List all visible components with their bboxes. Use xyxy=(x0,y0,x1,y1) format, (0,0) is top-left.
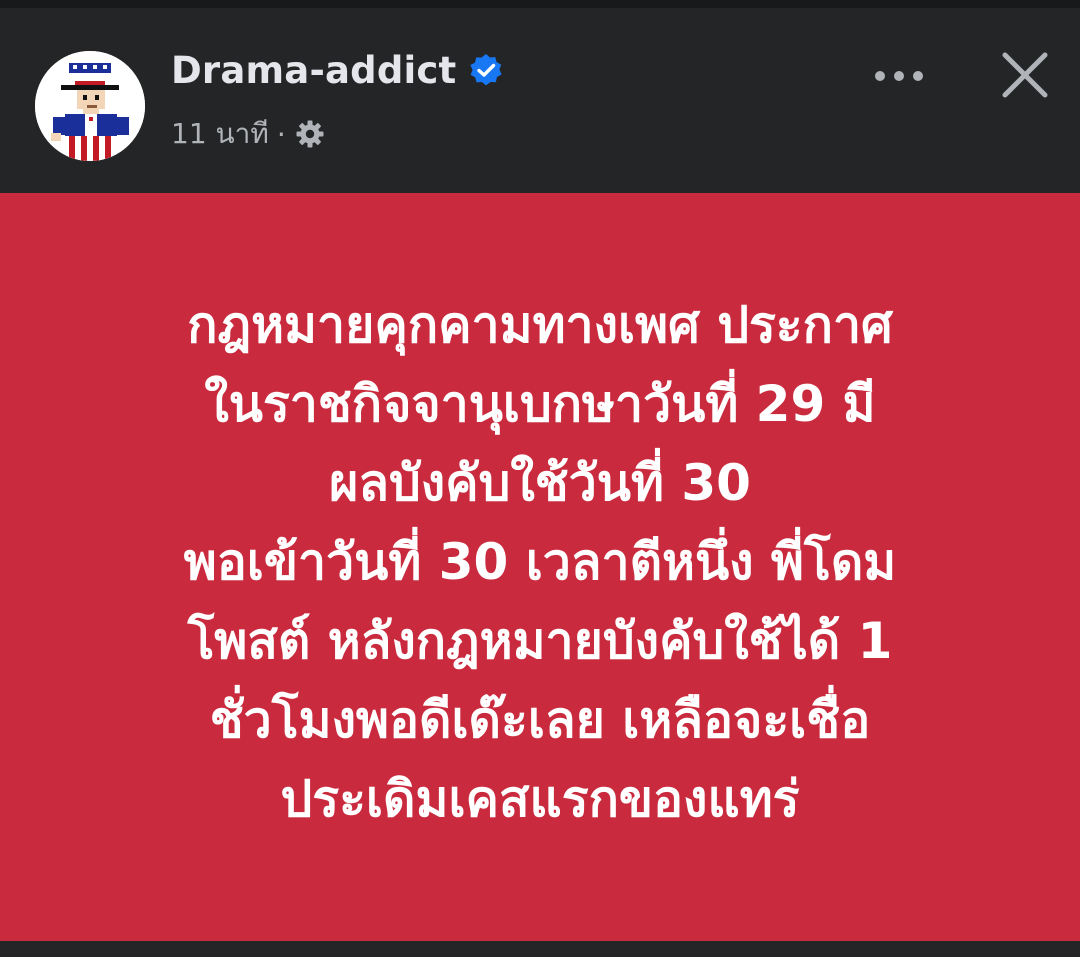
more-horizontal-icon xyxy=(875,71,923,81)
post-line: ในราชกิจจานุเบกษาวันที่ 29 มี xyxy=(204,375,876,433)
close-button[interactable] xyxy=(994,44,1056,106)
author-row: Drama-addict xyxy=(171,46,504,94)
gear-icon xyxy=(294,118,326,150)
bottom-divider xyxy=(0,941,1080,957)
post-line: โพสต์ หลังกฎหมายบังคับใช้ได้ 1 xyxy=(187,612,893,670)
close-icon xyxy=(1002,52,1048,98)
post-meta: 11 นาที · xyxy=(171,112,326,156)
post-line: กฎหมายคุกคามทางเพศ ประกาศ xyxy=(187,296,893,354)
top-divider xyxy=(0,0,1080,8)
author-name[interactable]: Drama-addict xyxy=(171,49,456,92)
verified-badge-icon xyxy=(468,52,504,88)
avatar[interactable] xyxy=(35,51,145,161)
post-message: กฎหมายคุกคามทางเพศ ประกาศ ในราชกิจจานุเบ… xyxy=(40,286,1040,839)
post-line: ประเดิมเคสแรกของแทร่ xyxy=(280,770,800,828)
post-line: ชั่วโมงพอดีเด๊ะเลย เหลือจะเชื่อ xyxy=(209,691,871,749)
meta-separator: · xyxy=(276,117,286,151)
post-timestamp[interactable]: 11 นาที xyxy=(171,112,269,156)
post-viewer: Drama-addict 11 นาที · กฎหมายคุกคามทางเพ… xyxy=(0,0,1080,957)
pixel-avatar-icon xyxy=(35,51,145,161)
more-options-button[interactable] xyxy=(868,52,930,100)
post-header: Drama-addict 11 นาที · xyxy=(0,8,1080,193)
post-text-card[interactable]: กฎหมายคุกคามทางเพศ ประกาศ ในราชกิจจานุเบ… xyxy=(0,193,1080,941)
post-line: ผลบังคับใช้วันที่ 30 xyxy=(329,454,751,512)
post-line: พอเข้าวันที่ 30 เวลาตีหนึ่ง พี่โดม xyxy=(183,533,897,591)
